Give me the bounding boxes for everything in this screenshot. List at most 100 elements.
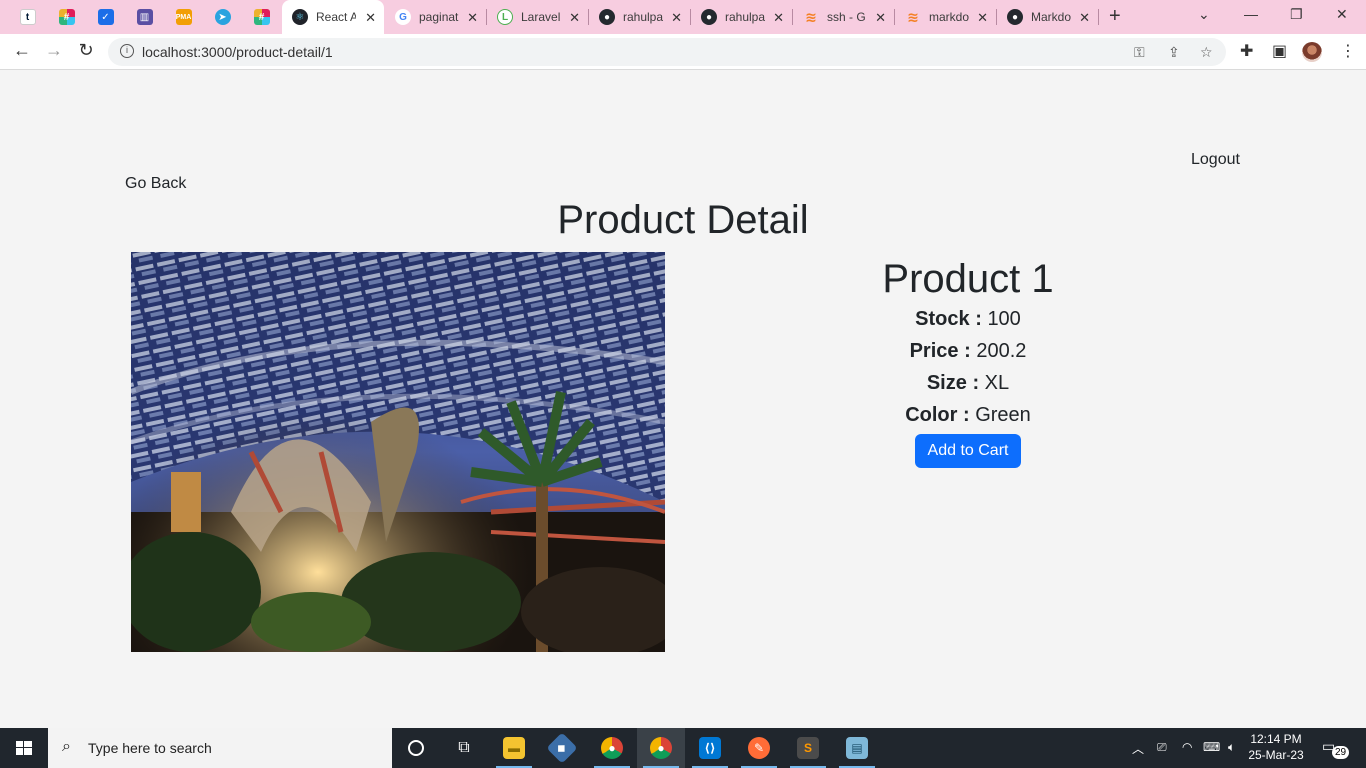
tab-pinned-slack-2[interactable]: # bbox=[242, 0, 281, 34]
restore-icon[interactable]: ❐ bbox=[1290, 6, 1303, 23]
github-icon: ● bbox=[1007, 9, 1023, 25]
close-tab-icon[interactable]: ✕ bbox=[773, 10, 784, 26]
tab-github-rahulpa-2[interactable]: ● rahulpa ✕ bbox=[691, 0, 792, 34]
size-separator: : bbox=[972, 372, 980, 394]
side-panel-icon[interactable]: ▣ bbox=[1272, 41, 1287, 61]
color-label: Color bbox=[905, 404, 958, 426]
close-tab-icon[interactable]: ✕ bbox=[671, 10, 682, 26]
tab-title: rahulpa bbox=[725, 10, 765, 24]
price-label: Price bbox=[909, 340, 959, 362]
back-arrow-icon[interactable]: ← bbox=[10, 40, 34, 61]
stock-value: 100 bbox=[987, 308, 1021, 330]
go-back-link[interactable]: Go Back bbox=[125, 175, 186, 193]
taskbar-search-box[interactable]: ⌕ Type here to search bbox=[48, 728, 392, 768]
chrome-icon: ● bbox=[601, 737, 623, 759]
url-text[interactable]: localhost:3000/product-detail/1 bbox=[142, 44, 333, 60]
action-center-button[interactable]: ▭ 29 bbox=[1322, 738, 1350, 759]
wifi-icon[interactable]: ◠ bbox=[1182, 740, 1192, 754]
tab-title: Laravel bbox=[521, 10, 561, 24]
tab-github-markdown[interactable]: ● Markdo ✕ bbox=[997, 0, 1098, 34]
size-label: Size bbox=[926, 372, 967, 394]
password-key-icon[interactable]: ⚿ bbox=[1134, 44, 1145, 61]
logout-link[interactable]: Logout bbox=[1191, 151, 1240, 169]
page-content: Logout Go Back Product Detail Product 1 … bbox=[0, 70, 1366, 728]
trello-icon: ▥ bbox=[136, 9, 153, 25]
cortana-icon bbox=[408, 740, 424, 756]
product-image bbox=[131, 252, 665, 652]
task-view-icon: ⧉ bbox=[458, 739, 470, 756]
tab-title: rahulpa bbox=[623, 10, 663, 24]
tab-github-rahulpa-1[interactable]: ● rahulpa ✕ bbox=[589, 0, 690, 34]
price-row: Price : 200.2 bbox=[768, 335, 1168, 367]
taskbar-vscode[interactable]: ⟨⟩ bbox=[686, 728, 734, 768]
search-icon: ⌕ bbox=[62, 738, 71, 755]
taskbar-file-explorer[interactable]: ▬ bbox=[490, 728, 538, 768]
close-tab-icon[interactable]: ✕ bbox=[1079, 10, 1090, 26]
share-icon[interactable]: ⇪ bbox=[1168, 44, 1180, 61]
browser-menu-icon[interactable]: ⋮ bbox=[1340, 41, 1356, 61]
address-bar[interactable]: i localhost:3000/product-detail/1 ⚿ ⇪ ☆ bbox=[108, 38, 1226, 66]
taskbar-notepad[interactable]: ▤ bbox=[833, 728, 881, 768]
tab-stackoverflow-ssh[interactable]: ≋ ssh - G ✕ bbox=[793, 0, 894, 34]
tab-title: ssh - G bbox=[827, 10, 866, 24]
task-view-button[interactable]: ⧉ bbox=[440, 728, 488, 768]
chrome-icon: ● bbox=[650, 737, 672, 759]
start-button[interactable] bbox=[0, 728, 48, 768]
forward-arrow-icon[interactable]: → bbox=[42, 40, 66, 61]
show-hidden-icons-chevron-icon[interactable]: ︿ bbox=[1132, 740, 1144, 757]
tab-google-pagination[interactable]: G paginat ✕ bbox=[385, 0, 486, 34]
close-tab-icon[interactable]: ✕ bbox=[977, 10, 988, 26]
taskbar-chrome[interactable]: ● bbox=[588, 728, 636, 768]
tab-separator bbox=[1098, 9, 1099, 25]
taskbar-sublime[interactable]: S bbox=[784, 728, 832, 768]
close-window-icon[interactable]: ✕ bbox=[1336, 6, 1348, 23]
browser-toolbar: ← → ↻ i localhost:3000/product-detail/1 … bbox=[0, 34, 1366, 70]
tab-title: React A bbox=[316, 10, 356, 24]
telegram-icon: ➤ bbox=[214, 9, 231, 25]
meet-now-icon[interactable]: ⎚ bbox=[1157, 740, 1167, 755]
close-tab-icon[interactable]: ✕ bbox=[467, 10, 478, 26]
color-row: Color : Green bbox=[768, 399, 1168, 431]
minimize-icon[interactable]: — bbox=[1244, 6, 1258, 22]
tab-react-app[interactable]: ⚛ React A ✕ bbox=[282, 0, 384, 34]
volume-icon[interactable]: 🔈︎ bbox=[1228, 740, 1235, 755]
slack-icon: # bbox=[58, 9, 75, 25]
bookmark-star-icon[interactable]: ☆ bbox=[1200, 44, 1213, 61]
taskbar-clock[interactable]: 12:14 PM 25-Mar-23 bbox=[1248, 731, 1304, 763]
tab-pinned-trello[interactable]: ▥ bbox=[125, 0, 164, 34]
browser-tab-strip: t # ✓ ▥ PMA ➤ # ⚛ React A ✕ G paginat ✕ … bbox=[0, 0, 1366, 34]
cortana-button[interactable] bbox=[392, 728, 440, 768]
close-tab-icon[interactable]: ✕ bbox=[569, 10, 580, 26]
phpmyadmin-icon: PMA bbox=[175, 9, 192, 25]
pocket-icon: ✓ bbox=[97, 9, 114, 25]
add-to-cart-button[interactable]: Add to Cart bbox=[914, 434, 1022, 468]
tab-pinned-pocket[interactable]: ✓ bbox=[86, 0, 125, 34]
product-details: Product 1 Stock : 100 Price : 200.2 Size… bbox=[768, 252, 1168, 468]
site-info-icon[interactable]: i bbox=[120, 44, 134, 58]
language-input-icon[interactable]: ⌨ bbox=[1203, 740, 1220, 754]
new-tab-plus-icon[interactable]: + bbox=[1109, 5, 1121, 28]
taskbar-git[interactable]: ◆ bbox=[538, 728, 586, 768]
taskbar-postman[interactable]: ✎ bbox=[735, 728, 783, 768]
git-icon: ◆ bbox=[546, 732, 578, 764]
profile-avatar[interactable] bbox=[1302, 42, 1322, 62]
tab-search-chevron-icon[interactable]: ⌄ bbox=[1198, 6, 1210, 23]
tab-stackoverflow-markdown[interactable]: ≋ markdo ✕ bbox=[895, 0, 996, 34]
close-tab-icon[interactable]: ✕ bbox=[875, 10, 886, 26]
close-tab-icon[interactable]: ✕ bbox=[365, 10, 376, 26]
tab-laravel[interactable]: L Laravel ✕ bbox=[487, 0, 588, 34]
extensions-puzzle-icon[interactable]: ✚ bbox=[1240, 41, 1253, 61]
github-icon: ● bbox=[701, 9, 717, 25]
reload-icon[interactable]: ↻ bbox=[74, 40, 98, 61]
tab-pinned-phpmyadmin[interactable]: PMA bbox=[164, 0, 203, 34]
laravel-icon: L bbox=[497, 9, 513, 25]
tab-title: Markdo bbox=[1031, 10, 1071, 24]
taskbar-chrome-profile[interactable]: ● bbox=[637, 728, 685, 768]
stock-row: Stock : 100 bbox=[768, 303, 1168, 335]
tab-pinned-tumblr[interactable]: t bbox=[8, 0, 47, 34]
file-explorer-icon: ▬ bbox=[503, 737, 525, 759]
tab-pinned-slack[interactable]: # bbox=[47, 0, 86, 34]
tab-pinned-telegram[interactable]: ➤ bbox=[203, 0, 242, 34]
tumblr-icon: t bbox=[19, 9, 36, 25]
github-icon: ● bbox=[599, 9, 615, 25]
